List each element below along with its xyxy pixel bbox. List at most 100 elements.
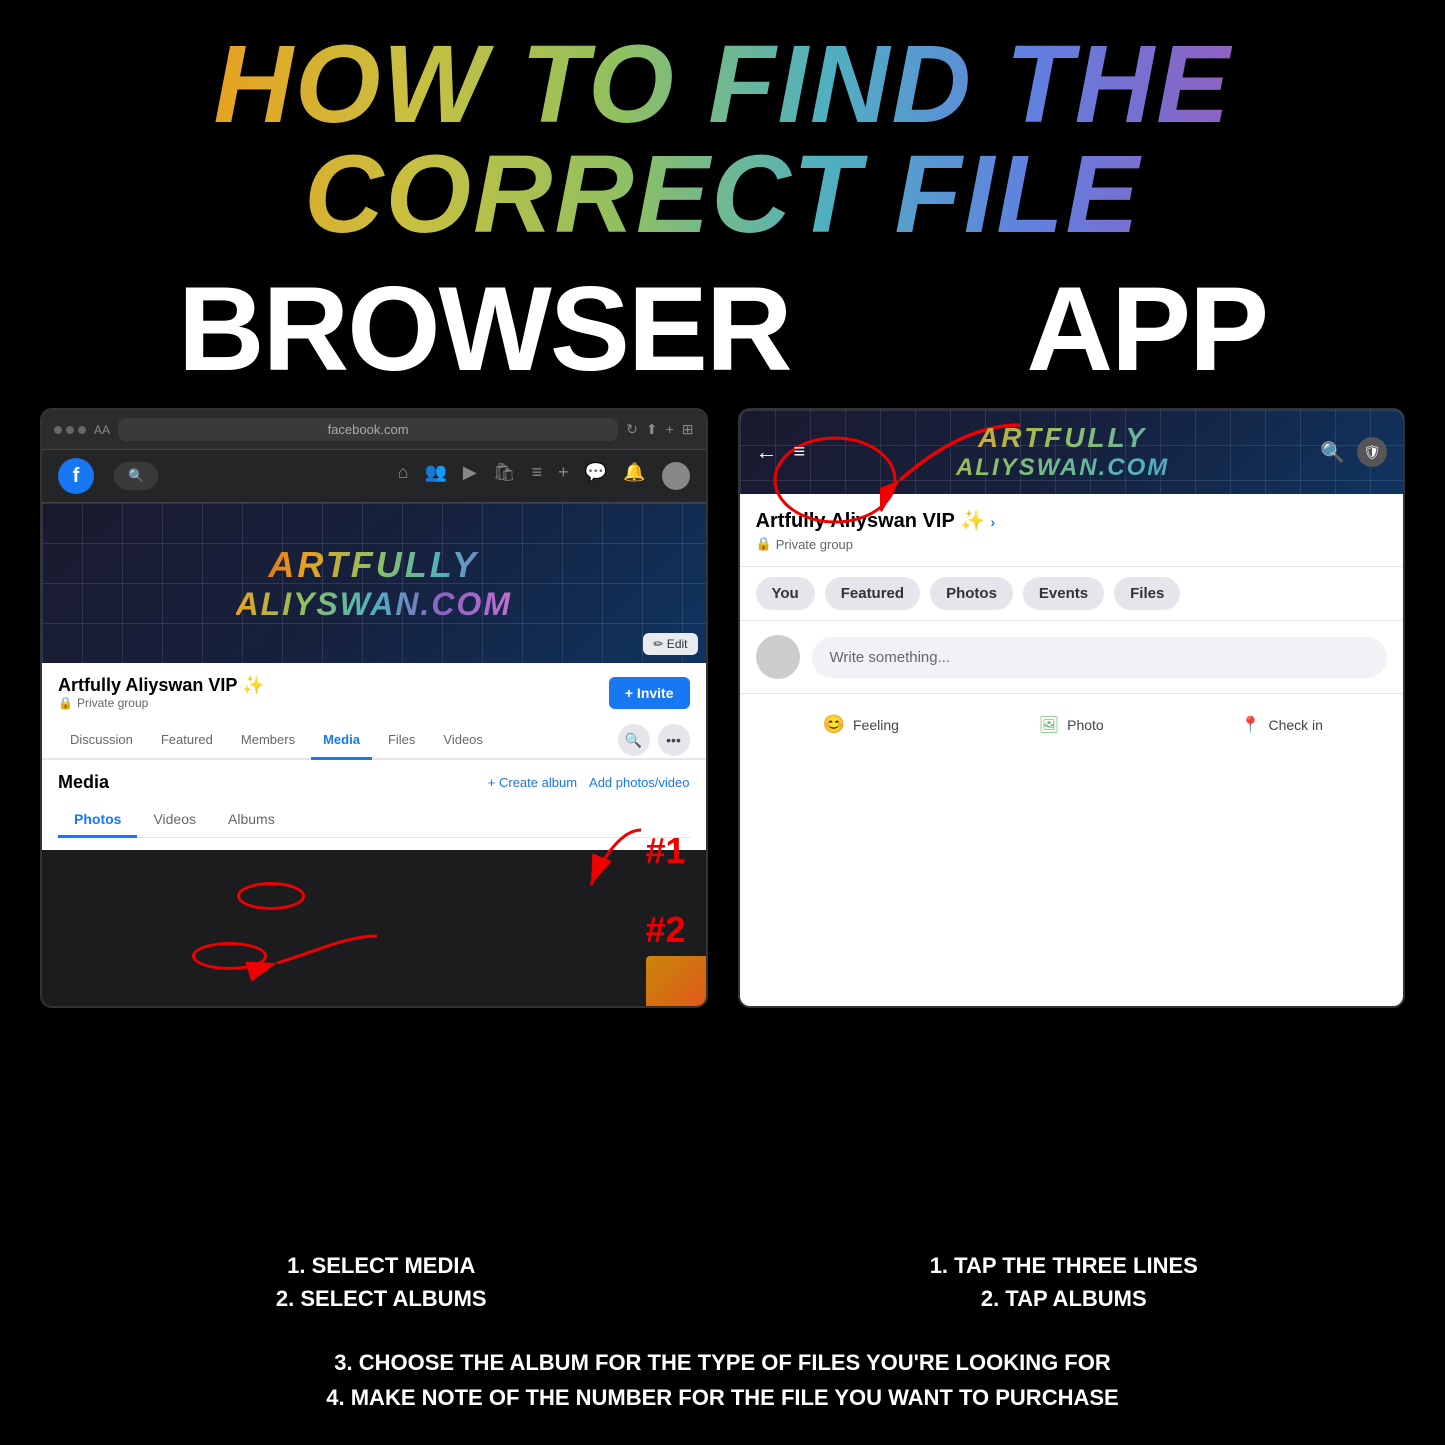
app-header-title: ARTFULLY ALIYSWAN.COM [821, 422, 1304, 482]
albums-circle [192, 942, 267, 970]
app-write-row: Write something... [740, 621, 1404, 694]
app-aliyswan-text: ALIYSWAN.COM [821, 454, 1304, 482]
grid-icon[interactable]: ⊞ [682, 421, 694, 438]
fb-nav: f 🔍 ⌂ 👥 ▶ 🛍 ≡ + 💬 🔔 [42, 450, 706, 503]
checkin-button[interactable]: 📍 Check in [1177, 706, 1388, 743]
fb-cover: ARTFULLY ALIYSWAN.COM ✏ Edit [42, 503, 706, 663]
app-user-avatar [756, 635, 800, 679]
app-tab-events[interactable]: Events [1023, 577, 1104, 610]
app-instruction-2: 2. TAP ALBUMS [743, 1282, 1386, 1315]
app-tab-photos[interactable]: Photos [930, 577, 1013, 610]
bottom-instruction-3: 3. CHOOSE THE ALBUM FOR THE TYPE OF FILE… [40, 1345, 1405, 1380]
media-tab-photos[interactable]: Photos [58, 803, 137, 838]
user-avatar [662, 462, 690, 490]
app-lock-icon: 🔒 [756, 536, 772, 552]
home-icon[interactable]: ⌂ [398, 462, 409, 490]
dot2 [66, 426, 74, 434]
reload-icon[interactable]: ↻ [626, 421, 638, 438]
browser-label: BROWSER [178, 260, 791, 398]
app-instructions: 1. TAP THE THREE LINES 2. TAP ALBUMS [743, 1249, 1386, 1315]
app-screenshot: ← ≡ ARTFULLY ALIYSWAN.COM 🔍 🛡 [738, 408, 1406, 1008]
fb-media-title: Media [58, 772, 109, 793]
add-photos-link[interactable]: Add photos/video [589, 775, 689, 790]
media-tab-albums[interactable]: Albums [212, 803, 291, 838]
browser-instructions: 1. SELECT MEDIA 2. SELECT ALBUMS [60, 1249, 703, 1315]
search-tab-btn[interactable]: 🔍 [618, 724, 650, 756]
fb-group-name: Artfully Aliyswan VIP ✨ [58, 675, 264, 696]
app-shield-icon[interactable]: 🛡 [1357, 437, 1387, 467]
app-actions-row: 😊 Feeling 🖼 Photo 📍 Check in [740, 694, 1404, 755]
browser-toolbar: AA facebook.com ↻ ⬆ + ⊞ [42, 410, 706, 450]
section-labels: BROWSER APP [0, 260, 1445, 398]
photo-icon: 🖼 [1039, 715, 1059, 735]
app-artfully-text: ARTFULLY [821, 422, 1304, 454]
back-icon[interactable]: ← [756, 439, 778, 465]
tab-media[interactable]: Media [311, 722, 372, 760]
media-circle [237, 882, 305, 910]
checkin-icon: 📍 [1241, 715, 1261, 735]
app-tabs-row: You Featured Photos Events Files [740, 567, 1404, 621]
tab-discussion[interactable]: Discussion [58, 722, 145, 760]
tab-actions: 🔍 ••• [618, 724, 690, 756]
app-instruction-1: 1. TAP THE THREE LINES [743, 1249, 1386, 1282]
app-group-type: 🔒 Private group [756, 536, 1388, 552]
more-tab-btn[interactable]: ••• [658, 724, 690, 756]
app-tab-you[interactable]: You [756, 577, 815, 610]
fb-nav-icons: ⌂ 👥 ▶ 🛍 ≡ + 💬 🔔 [398, 462, 690, 490]
browser-instruction-2: 2. SELECT ALBUMS [60, 1282, 703, 1315]
dot1 [54, 426, 62, 434]
app-tab-featured[interactable]: Featured [825, 577, 920, 610]
tab-members[interactable]: Members [229, 722, 307, 760]
tab-featured[interactable]: Featured [149, 722, 225, 760]
photo-button[interactable]: 🖼 Photo [966, 706, 1177, 743]
app-label: APP [1026, 260, 1267, 398]
plus-icon[interactable]: + [666, 421, 674, 438]
feeling-icon: 😊 [823, 714, 845, 735]
video-icon[interactable]: ▶ [463, 462, 477, 490]
bottom-instruction-4: 4. MAKE NOTE OF THE NUMBER FOR THE FILE … [40, 1380, 1405, 1415]
aa-label: AA [94, 423, 110, 437]
cover-artfully: ARTFULLY [236, 544, 512, 586]
main-container: HOW TO FIND THE CORRECT FILE BROWSER APP… [0, 0, 1445, 1445]
cover-aliyswan: ALIYSWAN.COM [236, 586, 512, 623]
hamburger-icon[interactable]: ≡ [794, 441, 806, 464]
people-icon[interactable]: 👥 [425, 462, 447, 490]
main-title: HOW TO FIND THE CORRECT FILE [0, 30, 1445, 250]
tab-videos[interactable]: Videos [431, 722, 495, 760]
fb-media-header: Media + Create album Add photos/video [58, 772, 690, 793]
tab-files[interactable]: Files [376, 722, 427, 760]
plus-icon2[interactable]: + [558, 462, 569, 490]
lock-icon: 🔒 [58, 696, 73, 710]
fb-search[interactable]: 🔍 [114, 462, 158, 490]
app-write-input[interactable]: Write something... [812, 637, 1388, 678]
menu-icon[interactable]: ≡ [532, 462, 543, 490]
annotation-2: #2 [645, 909, 685, 951]
create-album-link[interactable]: + Create album [488, 775, 577, 790]
bell-icon[interactable]: 🔔 [623, 462, 645, 490]
dot3 [78, 426, 86, 434]
store-icon[interactable]: 🛍 [493, 462, 516, 490]
screenshots-row: AA facebook.com ↻ ⬆ + ⊞ f 🔍 ⌂ 👥 ▶ [0, 408, 1445, 1229]
feeling-button[interactable]: 😊 Feeling [756, 706, 967, 743]
instructions-row: 1. SELECT MEDIA 2. SELECT ALBUMS 1. TAP … [0, 1229, 1445, 1345]
fb-logo: f [58, 458, 94, 494]
arrow-2 [267, 921, 387, 981]
edit-button[interactable]: ✏ Edit [643, 633, 697, 655]
app-header-right: 🔍 🛡 [1320, 437, 1387, 467]
invite-button[interactable]: + Invite [609, 677, 690, 709]
app-header-left: ← ≡ [756, 439, 806, 465]
media-tab-videos[interactable]: Videos [137, 803, 212, 838]
thumbnail-image [646, 956, 706, 1006]
arrow-1 [571, 820, 651, 900]
fb-tabs-row: Discussion Featured Members Media Files … [42, 722, 706, 760]
share-icon[interactable]: ⬆ [646, 421, 658, 438]
messenger-icon[interactable]: 💬 [585, 462, 607, 490]
app-tab-files[interactable]: Files [1114, 577, 1180, 610]
app-group-chevron[interactable]: › [990, 514, 995, 530]
browser-url[interactable]: facebook.com [118, 418, 618, 441]
app-search-icon[interactable]: 🔍 [1320, 440, 1345, 465]
bottom-instructions: 3. CHOOSE THE ALBUM FOR THE TYPE OF FILE… [0, 1345, 1445, 1445]
annotation-1: #1 [645, 830, 685, 872]
browser-dots [54, 426, 86, 434]
fb-media-actions: + Create album Add photos/video [488, 775, 690, 790]
